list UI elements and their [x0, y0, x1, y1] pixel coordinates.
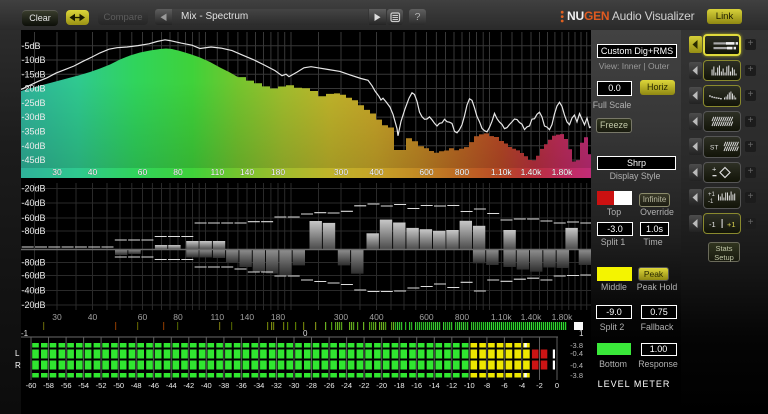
svg-text:ST: ST [710, 145, 718, 152]
svg-text:-14: -14 [429, 381, 440, 390]
svg-text:-42: -42 [183, 381, 194, 390]
svg-text:-22: -22 [359, 381, 370, 390]
svg-text:40: 40 [88, 167, 98, 177]
svg-text:-50: -50 [113, 381, 124, 390]
svg-text:-1: -1 [709, 220, 716, 229]
svg-text:-20dB: -20dB [22, 184, 46, 194]
svg-text:-25dB: -25dB [22, 98, 46, 108]
svg-text:-54: -54 [78, 381, 89, 390]
svg-text:600: 600 [419, 167, 433, 177]
svg-text:-58: -58 [43, 381, 54, 390]
svg-text:-36: -36 [236, 381, 247, 390]
svg-text:-4: -4 [519, 381, 526, 390]
svg-text:-20dB: -20dB [22, 84, 46, 94]
svg-text:-15dB: -15dB [22, 69, 46, 79]
svg-text:-5dB: -5dB [22, 41, 41, 51]
svg-text:-80dB: -80dB [22, 258, 46, 268]
svg-text:60: 60 [138, 167, 148, 177]
svg-text:-60: -60 [26, 381, 37, 390]
svg-text:-46: -46 [148, 381, 159, 390]
svg-text:-8: -8 [484, 381, 491, 390]
svg-text:-28: -28 [306, 381, 317, 390]
svg-text:+: + [712, 164, 717, 173]
svg-text:-34: -34 [253, 381, 264, 390]
svg-text:-44: -44 [166, 381, 177, 390]
svg-text:-40: -40 [201, 381, 212, 390]
svg-text:-30dB: -30dB [22, 112, 46, 122]
svg-text:-20dB: -20dB [22, 300, 46, 310]
svg-text:-30: -30 [289, 381, 300, 390]
svg-text:80: 80 [173, 167, 183, 177]
svg-text:-24: -24 [341, 381, 352, 390]
svg-text:-20: -20 [376, 381, 387, 390]
svg-text:-40dB: -40dB [22, 141, 46, 151]
svg-text:-56: -56 [61, 381, 72, 390]
svg-text:+1: +1 [727, 220, 736, 229]
svg-text:180: 180 [271, 167, 285, 177]
svg-text:1.80k: 1.80k [552, 167, 574, 177]
svg-text:400: 400 [369, 167, 383, 177]
svg-text:-10dB: -10dB [22, 55, 46, 65]
svg-text:-60dB: -60dB [22, 213, 46, 223]
svg-text:-10: -10 [464, 381, 475, 390]
svg-text:-16: -16 [411, 381, 422, 390]
svg-text:-6: -6 [501, 381, 508, 390]
svg-text:-38: -38 [218, 381, 229, 390]
svg-text:-45dB: -45dB [22, 155, 46, 165]
svg-text:-48: -48 [131, 381, 142, 390]
svg-text:800: 800 [455, 167, 469, 177]
svg-text:1.40k: 1.40k [521, 167, 543, 177]
svg-text:+1: +1 [708, 192, 716, 198]
svg-text:-32: -32 [271, 381, 282, 390]
svg-text:300: 300 [334, 167, 348, 177]
svg-text:-2: -2 [536, 381, 543, 390]
svg-text:-40dB: -40dB [22, 286, 46, 296]
svg-text:110: 110 [211, 167, 225, 177]
svg-text:-40dB: -40dB [22, 198, 46, 208]
svg-text:-1: -1 [708, 199, 714, 205]
svg-text:1.10k: 1.10k [491, 167, 513, 177]
svg-text:-60dB: -60dB [22, 271, 46, 281]
svg-text:0: 0 [555, 381, 559, 390]
svg-text:-80dB: -80dB [22, 226, 46, 236]
svg-text:-35dB: -35dB [22, 127, 46, 137]
svg-text:-26: -26 [324, 381, 335, 390]
svg-text:-18: -18 [394, 381, 405, 390]
svg-text:140: 140 [240, 167, 254, 177]
svg-text:30: 30 [52, 167, 62, 177]
svg-text:-52: -52 [96, 381, 107, 390]
svg-text:-12: -12 [446, 381, 457, 390]
